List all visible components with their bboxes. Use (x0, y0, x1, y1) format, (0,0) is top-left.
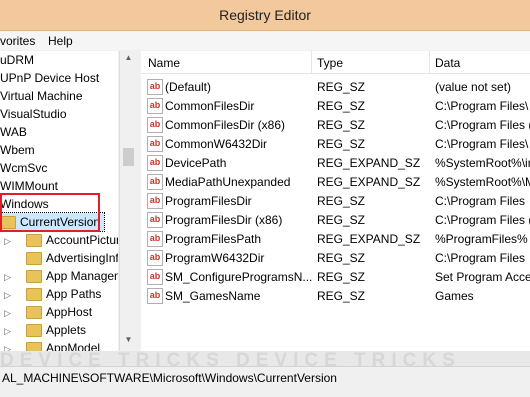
status-path: AL_MACHINE\SOFTWARE\Microsoft\Windows\Cu… (2, 371, 337, 385)
status-bar: AL_MACHINE\SOFTWARE\Microsoft\Windows\Cu… (0, 366, 530, 397)
string-value-icon: ab (147, 117, 163, 133)
tree-item[interactable]: uDRM (0, 51, 34, 69)
tree-item[interactable]: Virtual Machine (0, 87, 83, 105)
values-list: Name Type Data ab (Default) REG_SZ (value n… (141, 51, 530, 351)
string-value-icon: ab (147, 288, 163, 304)
menu-help[interactable]: Help (48, 34, 73, 48)
table-row[interactable]: ab CommonFilesDir REG_SZ C:\Program Files\ (141, 96, 530, 115)
table-row[interactable]: ab CommonFilesDir (x86) REG_SZ C:\Program F… (141, 115, 530, 134)
menu-bar: vorites Help (0, 31, 530, 50)
table-row[interactable]: ab DevicePath REG_EXPAND_SZ %SystemRoot%\ir (141, 153, 530, 172)
title-bar: Registry Editor (0, 0, 530, 31)
string-value-icon: ab (147, 98, 163, 114)
folder-icon (26, 270, 42, 284)
tree-item[interactable]: Wbem (0, 141, 35, 159)
tree-item[interactable]: ▷AccountPicture (4, 231, 118, 249)
tree-item[interactable]: WAB (0, 123, 27, 141)
string-value-icon: ab (147, 250, 163, 266)
menu-favorites[interactable]: vorites (0, 34, 35, 48)
tree-item[interactable]: ▷ AppHost (4, 303, 92, 321)
column-data[interactable]: Data (435, 56, 460, 70)
expand-icon[interactable]: ▷ (4, 304, 12, 322)
table-row[interactable]: ab CommonW6432Dir REG_SZ C:\Program Files\ (141, 134, 530, 153)
list-header: Name Type Data (141, 51, 530, 74)
column-type[interactable]: Type (317, 56, 343, 70)
expand-icon[interactable]: ▷ (4, 286, 12, 304)
table-row[interactable]: ab SM_ConfigureProgramsN... REG_SZ Set Prog… (141, 267, 530, 286)
tree-item[interactable]: ▷ App Paths (4, 285, 101, 303)
table-row[interactable]: ab ProgramFilesDir (x86) REG_SZ C:\Program … (141, 210, 530, 229)
string-value-icon: ab (147, 269, 163, 285)
table-row[interactable]: ab SM_GamesName REG_SZ Games (141, 286, 530, 305)
table-row[interactable]: ab MediaPathUnexpanded REG_EXPAND_SZ %Syste… (141, 172, 530, 191)
string-value-icon: ab (147, 212, 163, 228)
tree-item[interactable]: ▷ Applets (4, 321, 86, 339)
registry-tree: uDRM UPnP Device Host Virtual Machine Vi… (0, 51, 118, 351)
tree-item[interactable]: AdvertisingInfo (4, 249, 118, 267)
table-row[interactable]: ab (Default) REG_SZ (value not set) (141, 77, 530, 96)
string-value-icon: ab (147, 136, 163, 152)
scroll-thumb[interactable] (123, 148, 134, 166)
string-value-icon: ab (147, 155, 163, 171)
folder-icon (26, 288, 42, 302)
string-value-icon: ab (147, 193, 163, 209)
table-row[interactable]: ab ProgramFilesDir REG_SZ C:\Program Files (141, 191, 530, 210)
scroll-down-icon[interactable]: ▼ (120, 335, 137, 344)
tree-item[interactable]: WcmSvc (0, 159, 47, 177)
expand-icon[interactable]: ▷ (4, 322, 12, 340)
window-title: Registry Editor (219, 7, 311, 23)
string-value-icon: ab (147, 231, 163, 247)
tree-scrollbar[interactable]: ▲ ▼ (119, 51, 137, 351)
scroll-up-icon[interactable]: ▲ (120, 53, 137, 62)
string-value-icon: ab (147, 174, 163, 190)
folder-icon (26, 252, 42, 266)
highlight-box (0, 193, 100, 232)
expand-icon[interactable]: ▷ (4, 268, 12, 286)
column-name[interactable]: Name (148, 56, 180, 70)
tree-item[interactable]: ▷App Manageme (4, 267, 118, 285)
table-row[interactable]: ab ProgramW6432Dir REG_SZ C:\Program Files (141, 248, 530, 267)
expand-icon[interactable]: ▷ (4, 232, 12, 250)
tree-item[interactable]: VisualStudio (0, 105, 67, 123)
table-row[interactable]: ab ProgramFilesPath REG_EXPAND_SZ %ProgramF… (141, 229, 530, 248)
tree-item[interactable]: UPnP Device Host (0, 69, 99, 87)
folder-icon (26, 306, 42, 320)
folder-icon (26, 234, 42, 248)
folder-icon (26, 324, 42, 338)
string-value-icon: ab (147, 79, 163, 95)
